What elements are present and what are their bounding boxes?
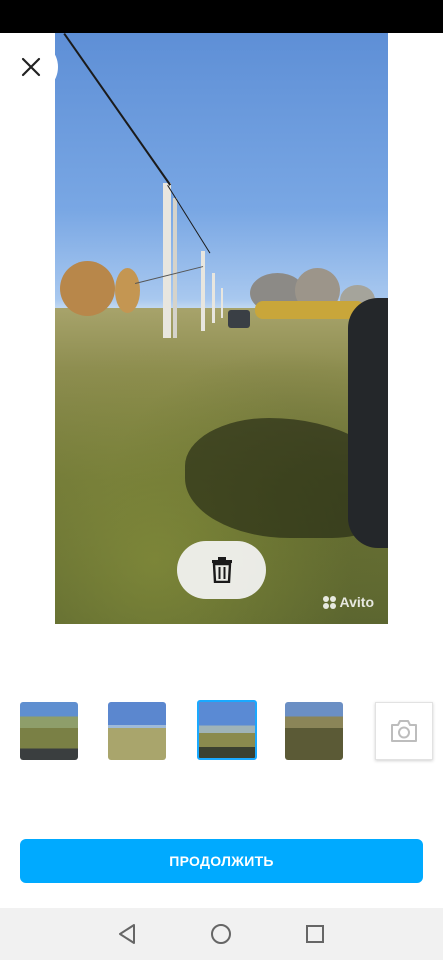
photo-pole — [201, 251, 205, 331]
back-button[interactable] — [115, 922, 139, 946]
photo-parked-car — [348, 298, 388, 548]
system-nav-bar — [0, 908, 443, 960]
photo-preview: Avito — [55, 33, 388, 624]
camera-icon — [391, 720, 417, 742]
status-bar — [0, 0, 443, 33]
thumbnail-strip — [0, 700, 443, 764]
home-circle-icon — [211, 924, 231, 944]
photo-tree — [255, 301, 365, 319]
thumbnail-photo-4[interactable] — [285, 702, 343, 760]
delete-photo-button[interactable] — [177, 541, 266, 599]
close-button[interactable] — [4, 40, 58, 94]
close-icon — [21, 57, 41, 77]
recents-square-icon — [306, 925, 324, 943]
add-photo-camera-button[interactable] — [375, 702, 433, 760]
recents-button[interactable] — [303, 922, 327, 946]
thumbnail-photo-3[interactable] — [197, 700, 257, 760]
thumbnail-photo-2[interactable] — [108, 702, 166, 760]
avito-watermark: Avito — [322, 594, 374, 610]
photo-distant-car — [228, 310, 250, 328]
continue-button[interactable]: ПРОДОЛЖИТЬ — [20, 839, 423, 883]
photo-pole — [221, 288, 223, 318]
thumbnail-photo-1[interactable] — [20, 702, 78, 760]
photo-pole — [173, 198, 177, 338]
trash-icon — [211, 557, 232, 583]
back-triangle-icon — [119, 924, 135, 944]
photo-pole — [212, 273, 215, 323]
photo-wire — [63, 33, 172, 186]
photo-tree — [60, 261, 115, 316]
photo-pole — [163, 183, 171, 338]
watermark-text: Avito — [339, 594, 374, 610]
avito-logo-icon — [322, 595, 336, 609]
home-button[interactable] — [209, 922, 233, 946]
photo-tree — [115, 268, 140, 313]
